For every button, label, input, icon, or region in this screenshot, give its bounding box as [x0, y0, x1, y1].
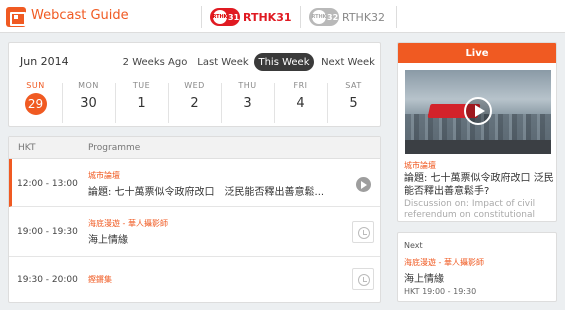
tab-last-week[interactable]: Last Week [193, 53, 253, 71]
rthk-logo-icon: RTHK 32 [309, 8, 339, 26]
day-sat[interactable]: SAT 5 [327, 81, 380, 125]
day-name: SAT [345, 81, 362, 90]
next-title: 海上情緣 [404, 274, 444, 285]
programme-series: 鏗鏘集 [88, 275, 112, 284]
week-calendar: Jun 2014 2 Weeks Ago Last Week This Week… [8, 42, 381, 127]
programme-time: 12:00 - 13:00 [17, 179, 78, 189]
day-number: 30 [80, 96, 97, 111]
day-name: THU [238, 81, 257, 90]
day-number: 4 [296, 96, 305, 111]
list-header: HKT Programme [9, 137, 380, 159]
channel-name: RTHK31 [243, 10, 292, 24]
month-label: Jun 2014 [20, 55, 69, 68]
day-wed[interactable]: WED 2 [168, 81, 221, 125]
column-header-time: HKT [18, 143, 36, 153]
programme-time: 19:00 - 19:30 [17, 227, 78, 237]
day-name: WED [184, 81, 205, 90]
programme-row[interactable]: 19:30 - 20:00 鏗鏘集 [9, 257, 380, 302]
day-name: MON [78, 81, 99, 90]
programme-time: 19:30 - 20:00 [17, 275, 78, 285]
live-english-subtitle: Discussion on: Impact of civil referendu… [404, 199, 536, 220]
studio-floor [405, 140, 551, 154]
divider [201, 6, 202, 28]
day-number: 3 [243, 96, 252, 111]
day-name: FRI [293, 81, 308, 90]
programme-series: 城市論壇 [88, 171, 120, 180]
day-number: 1 [137, 96, 146, 111]
day-thu[interactable]: THU 3 [221, 81, 274, 125]
channel-tab-rthk32[interactable]: RTHK 32 RTHK32 [309, 8, 385, 26]
programme-list: HKT Programme 12:00 - 13:00 城市論壇 論題: 七十萬… [8, 136, 381, 303]
day-tue[interactable]: TUE 1 [115, 81, 168, 125]
webcast-icon [6, 7, 26, 27]
day-name: TUE [132, 81, 151, 90]
live-title: 論題: 七十萬票似令政府改口 泛民能否釋出善意鬆手? [404, 173, 554, 197]
live-video-thumbnail[interactable] [405, 70, 551, 154]
next-panel[interactable]: Next 海底漫遊 - 華人攝影師 海上情緣 HKT 19:00 - 19:30 [397, 232, 557, 302]
tab-2-weeks-ago[interactable]: 2 Weeks Ago [117, 53, 193, 71]
next-series: 海底漫遊 - 華人攝影師 [404, 258, 484, 267]
programme-title: 海上情緣 [88, 235, 128, 246]
programme-row[interactable]: 19:00 - 19:30 海底漫遊 - 華人攝影師 海上情緣 [9, 207, 380, 257]
live-header: Live [398, 43, 556, 63]
next-time: HKT 19:00 - 19:30 [404, 287, 477, 296]
column-header-programme: Programme [88, 143, 141, 153]
play-icon[interactable] [356, 177, 371, 192]
day-fri[interactable]: FRI 4 [274, 81, 327, 125]
programme-series: 海底漫遊 - 華人攝影師 [88, 219, 168, 228]
day-number: 5 [349, 96, 358, 111]
day-sun[interactable]: SUN 29 [9, 81, 62, 125]
live-panel: Live 城市論壇 論題: 七十萬票似令政府改口 泛民能否釋出善意鬆手? Dis… [397, 42, 557, 222]
channel-tab-rthk31[interactable]: RTHK 31 RTHK31 [210, 8, 292, 26]
day-mon[interactable]: MON 30 [62, 81, 115, 125]
programme-row[interactable]: 12:00 - 13:00 城市論壇 論題: 七十萬票似令政府改口 泛民能否釋出… [9, 159, 380, 207]
divider [396, 6, 397, 28]
next-label: Next [404, 241, 423, 250]
channel-name: RTHK32 [342, 10, 386, 24]
tab-next-week[interactable]: Next Week [318, 53, 378, 71]
live-series: 城市論壇 [404, 161, 436, 170]
programme-title: 論題: 七十萬票似令政府改口 泛民能否釋出善意鬆... [88, 187, 325, 198]
divider [300, 6, 301, 28]
play-icon[interactable] [464, 97, 492, 125]
rthk-logo-icon: RTHK 31 [210, 8, 240, 26]
day-name: SUN [26, 81, 45, 90]
alarm-icon[interactable] [352, 221, 374, 243]
app-header: Webcast Guide RTHK 31 RTHK31 RTHK 32 RTHK3… [0, 0, 565, 33]
alarm-icon[interactable] [352, 268, 374, 290]
app-title: Webcast Guide [31, 8, 129, 23]
tab-this-week[interactable]: This Week [254, 53, 314, 71]
day-number: 29 [24, 93, 47, 115]
day-number: 2 [190, 96, 199, 111]
